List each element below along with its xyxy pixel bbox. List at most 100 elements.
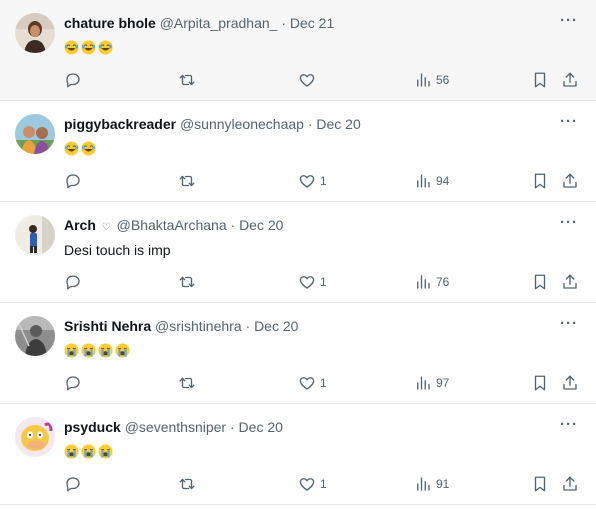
tweet-text [64,443,115,461]
reply-button[interactable] [64,473,82,495]
share-button[interactable] [561,69,579,91]
more-options-button[interactable]: ··· [560,417,578,432]
reply-tweet[interactable]: chature bhole @Arpita_pradhan_ · Dec 21 … [0,0,596,101]
reply-icon [66,275,80,290]
tweet-date[interactable]: Dec 20 [239,419,283,435]
retweet-icon [179,377,195,389]
views-icon [417,376,430,390]
tweet-actions: 1 76 [0,271,596,293]
reply-tweet[interactable]: psyduck @seventhsniper · Dec 20 ··· 1 91 [0,404,596,505]
retweet-button[interactable] [178,170,196,192]
crying-emoji-icon [115,343,130,358]
bookmark-icon [534,274,546,290]
retweet-button[interactable] [178,271,196,293]
user-handle[interactable]: @seventhsniper [125,419,226,435]
user-handle[interactable]: @BhaktaArchana [117,217,227,233]
bookmark-button[interactable] [531,372,549,394]
tweet-date[interactable]: Dec 20 [239,217,283,233]
views-button[interactable]: 94 [414,170,449,192]
like-button[interactable]: 1 [298,473,327,495]
reply-button[interactable] [64,69,82,91]
view-count: 97 [436,376,450,390]
view-count: 94 [436,174,450,188]
more-options-button[interactable]: ··· [560,316,578,331]
retweet-button[interactable] [178,69,196,91]
tweet-header: chature bhole @Arpita_pradhan_ · Dec 21 [64,14,334,32]
separator-dot: · [230,217,236,233]
separator-dot: · [229,419,235,435]
bookmark-button[interactable] [531,69,549,91]
reply-tweet[interactable]: piggybackreader @sunnyleonechaap · Dec 2… [0,101,596,202]
avatar[interactable] [15,215,55,255]
avatar[interactable] [15,114,55,154]
display-name[interactable]: psyduck [64,419,121,435]
avatar[interactable] [15,316,55,356]
like-button[interactable]: 1 [298,271,327,293]
laughing-emoji-icon [81,141,96,156]
tweet-actions: 1 94 [0,170,596,192]
reply-tweet[interactable]: Srishti Nehra @srishtinehra · Dec 20 ···… [0,303,596,404]
display-name[interactable]: chature bhole [64,15,156,31]
replies-feed: chature bhole @Arpita_pradhan_ · Dec 21 … [0,0,596,509]
more-options-button[interactable]: ··· [560,114,578,129]
bookmark-button[interactable] [531,473,549,495]
reply-button[interactable] [64,170,82,192]
display-name[interactable]: Arch [64,217,96,233]
view-count: 56 [436,73,450,87]
tweet-header: piggybackreader @sunnyleonechaap · Dec 2… [64,115,361,133]
retweet-button[interactable] [178,372,196,394]
tweet-date[interactable]: Dec 20 [254,318,298,334]
avatar[interactable] [15,13,55,53]
reply-button[interactable] [64,271,82,293]
heart-icon [299,74,315,87]
user-handle[interactable]: @srishtinehra [155,318,242,334]
share-button[interactable] [561,372,579,394]
user-handle[interactable]: @Arpita_pradhan_ [160,15,278,31]
tweet-actions: 1 91 [0,473,596,495]
tweet-date[interactable]: Dec 21 [290,15,334,31]
heart-icon [299,478,315,491]
reply-icon [66,174,80,189]
crying-emoji-icon [64,444,79,459]
reply-button[interactable] [64,372,82,394]
tweet-text: Desi touch is imp [64,241,171,259]
tweet-date[interactable]: Dec 20 [316,116,360,132]
views-button[interactable]: 56 [414,69,449,91]
share-button[interactable] [561,170,579,192]
retweet-button[interactable] [178,473,196,495]
like-button[interactable] [298,69,320,91]
crying-emoji-icon [81,343,96,358]
like-count: 1 [320,174,327,188]
like-button[interactable]: 1 [298,170,327,192]
heart-icon [299,377,315,390]
share-icon [563,274,577,289]
share-button[interactable] [561,271,579,293]
more-options-button[interactable]: ··· [560,13,578,28]
tweet-text [64,39,115,57]
views-button[interactable]: 91 [414,473,449,495]
like-count: 1 [320,275,327,289]
bookmark-icon [534,375,546,391]
share-button[interactable] [561,473,579,495]
views-icon [417,275,430,289]
avatar[interactable] [15,417,55,457]
reply-icon [66,73,80,88]
reply-icon [66,376,80,391]
retweet-icon [179,478,195,490]
bookmark-icon [534,72,546,88]
bookmark-button[interactable] [531,271,549,293]
tweet-actions: 56 [0,69,596,91]
views-button[interactable]: 76 [414,271,449,293]
reply-tweet[interactable]: Arch ♡ @BhaktaArchana · Dec 20 ··· Desi … [0,202,596,303]
views-icon [417,73,430,87]
tweet-header: Arch ♡ @BhaktaArchana · Dec 20 [64,216,283,237]
separator-dot: · [307,116,313,132]
tweet-text [64,140,98,158]
display-name[interactable]: piggybackreader [64,116,176,132]
bookmark-button[interactable] [531,170,549,192]
like-button[interactable]: 1 [298,372,327,394]
views-button[interactable]: 97 [414,372,449,394]
more-options-button[interactable]: ··· [560,215,578,230]
user-handle[interactable]: @sunnyleonechaap [180,116,304,132]
display-name[interactable]: Srishti Nehra [64,318,151,334]
